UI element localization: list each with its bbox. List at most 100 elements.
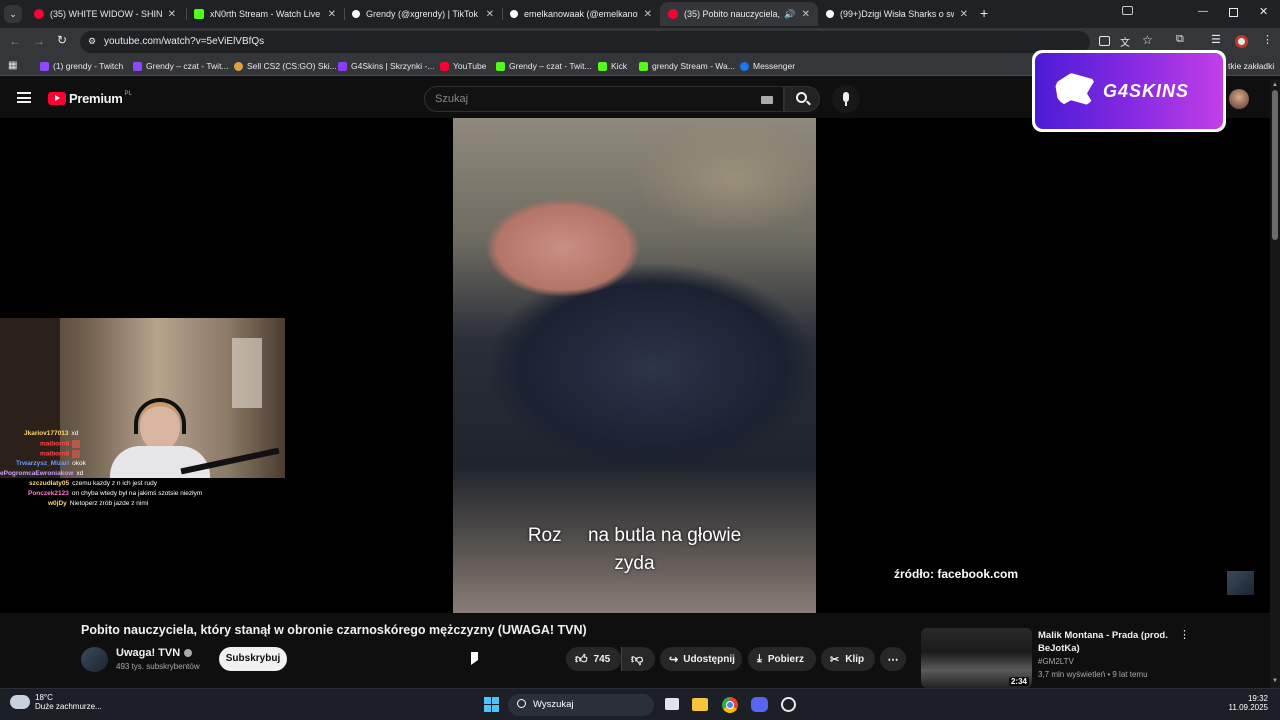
thumbs-down-icon: 👎︎ — [631, 651, 644, 666]
download-icon: ⤓ — [757, 652, 762, 665]
bookmark-item[interactable]: Messenger — [740, 59, 795, 73]
messenger-icon — [740, 61, 749, 71]
channel-avatar[interactable] — [81, 647, 108, 672]
search-input[interactable]: Szukaj — [424, 86, 784, 112]
browser-tab[interactable]: emelkanowaak (@emelkanowa ✕ — [502, 2, 660, 26]
windows-start-icon[interactable] — [484, 697, 499, 712]
all-bookmarks[interactable]: tkie zakładki — [1228, 59, 1274, 73]
watch-metadata: Pobito nauczyciela, który stanął w obron… — [0, 613, 1270, 688]
apps-grid-icon[interactable]: ▦ — [8, 60, 17, 71]
channel-name[interactable]: Uwaga! TVN — [116, 647, 193, 659]
close-tab-icon[interactable]: ✕ — [328, 9, 336, 20]
tab-title: Grendy (@xgrendy) | TikTok — [366, 9, 479, 19]
like-button[interactable]: 👍︎ 745 — [566, 647, 621, 671]
discord-taskbar-icon[interactable] — [751, 697, 768, 712]
account-avatar[interactable] — [1229, 89, 1249, 109]
video-title: Pobito nauczyciela, który stanął w obron… — [81, 623, 587, 637]
close-window-button[interactable]: ✕ — [1259, 5, 1268, 18]
weather-widget[interactable]: 18°C Duże zachmurze... — [10, 693, 102, 711]
more-actions-button[interactable]: ⋯ — [880, 647, 906, 671]
scroll-down-arrow-icon[interactable]: ▼ — [1272, 678, 1278, 684]
bookmark-item[interactable]: Grendy – czat - Twit... — [496, 59, 592, 73]
video-frame[interactable]: Roz na butla na głowie zyda — [453, 118, 816, 613]
chrome-menu-icon[interactable]: ⋮ — [1262, 33, 1273, 46]
tiktok-favicon-icon — [510, 10, 518, 18]
translate-icon[interactable]: 文 — [1120, 34, 1130, 49]
emote-icon — [72, 440, 81, 448]
suggested-video[interactable]: 2:34 Malik Montana - Prada (prod. BeJotK… — [921, 628, 1266, 688]
channel-watermark[interactable] — [1227, 571, 1254, 595]
suggested-meta: 3,7 mln wyświetleń • 9 lat temu — [1038, 670, 1148, 679]
twitch-icon — [40, 61, 49, 71]
bookmark-item[interactable]: Sell CS2 (CS:GO) Ski... — [234, 59, 337, 73]
browser-tab[interactable]: Grendy (@xgrendy) | TikTok ✕ — [344, 2, 502, 26]
browser-tab[interactable]: (35) WHITE WIDOW - SHINJUKU ✕ — [26, 2, 184, 26]
taskbar-search-label: Wyszukaj — [533, 699, 574, 710]
close-tab-icon[interactable]: ✕ — [168, 9, 176, 20]
more-horizontal-icon: ⋯ — [887, 653, 899, 666]
chat-message: Trwarzysz_Mizari okok — [16, 460, 86, 467]
keyboard-icon[interactable] — [761, 96, 773, 104]
close-tab-icon[interactable]: ✕ — [960, 9, 968, 20]
browser-tab[interactable]: (99+)Dzigi Wisła Sharks o swoj ✕ — [818, 2, 976, 26]
video-player[interactable]: Roz na butla na głowie zyda Jkariov17701… — [0, 118, 1270, 613]
minimize-button[interactable]: — — [1198, 6, 1208, 17]
twitch-icon — [133, 61, 142, 71]
share-button[interactable]: ↪ Udostępnij — [660, 647, 742, 671]
bookmark-star-icon[interactable]: ☆ — [1142, 33, 1153, 47]
bookmark-item[interactable]: YouTube — [440, 59, 486, 73]
scroll-up-arrow-icon[interactable]: ▲ — [1272, 82, 1278, 88]
bookmark-item[interactable]: grendy Stream - Wa... — [639, 59, 735, 73]
extensions-icon[interactable]: ⧉ — [1176, 33, 1184, 46]
bookmark-item[interactable]: (1) grendy - Twitch — [40, 59, 123, 73]
tab-title: (35) Pobito nauczyciela, któ — [684, 9, 781, 19]
download-button[interactable]: ⤓ Pobierz — [748, 647, 816, 671]
site-info-icon[interactable]: ⚙ — [88, 36, 96, 47]
bookmark-item[interactable]: Kick — [598, 59, 627, 73]
browser-tab[interactable]: xN0rth Stream - Watch Live on ✕ — [186, 2, 344, 26]
tab-search-button[interactable]: ⌄ — [4, 5, 22, 23]
back-icon[interactable]: ← — [9, 34, 21, 48]
clip-button[interactable]: ✂ Klip — [821, 647, 875, 671]
maximize-button[interactable] — [1229, 8, 1238, 17]
microphone-icon — [843, 92, 849, 102]
close-tab-icon[interactable]: ✕ — [644, 9, 652, 20]
close-tab-icon[interactable]: ✕ — [486, 9, 494, 20]
search-button[interactable] — [784, 86, 820, 112]
reload-icon[interactable]: ↻ — [57, 33, 67, 47]
page-scrollbar[interactable]: ▲ ▼ — [1270, 80, 1280, 688]
task-view-icon[interactable] — [665, 698, 679, 710]
voice-search-button[interactable] — [832, 85, 860, 113]
chat-message: ePogromcaEwroniakow xd — [0, 470, 84, 477]
suggested-thumbnail[interactable]: 2:34 — [921, 628, 1032, 688]
cast-icon[interactable] — [1122, 6, 1133, 15]
youtube-logo[interactable]: Premium PL — [48, 91, 132, 106]
clock-time: 19:32 — [1247, 694, 1268, 703]
scrollbar-thumb[interactable] — [1272, 90, 1278, 240]
tiktok-favicon-icon — [826, 10, 834, 18]
dislike-button[interactable]: 👎︎ — [621, 647, 655, 671]
app-taskbar-icon[interactable] — [781, 697, 796, 712]
close-tab-icon[interactable]: ✕ — [802, 9, 810, 20]
logo-region: PL — [124, 90, 132, 97]
reading-list-icon[interactable]: ☰ — [1211, 33, 1221, 46]
bookmark-item[interactable]: G4Skins | Skrzynki -... — [338, 59, 434, 73]
browser-tab-active[interactable]: (35) Pobito nauczyciela, któ 🔊 ✕ — [660, 2, 818, 26]
install-app-icon[interactable] — [1099, 36, 1110, 46]
bookmark-item[interactable]: Grendy – czat - Twit... — [133, 59, 229, 73]
chrome-taskbar-icon[interactable] — [722, 697, 738, 713]
forward-icon[interactable]: → — [33, 34, 45, 48]
new-tab-button[interactable]: + — [980, 5, 988, 21]
taskbar-search[interactable]: Wyszukaj — [508, 694, 654, 716]
file-explorer-icon[interactable] — [692, 698, 708, 711]
headphones-icon — [134, 398, 186, 434]
subscribe-button[interactable]: Subskrybuj — [219, 647, 287, 671]
hamburger-menu-icon[interactable] — [17, 92, 31, 103]
speaker-icon[interactable]: 🔊 — [784, 9, 795, 20]
profile-avatar[interactable] — [1235, 35, 1248, 48]
chat-message: w0jDy Nietoperz zrób jazde z nimi — [48, 500, 149, 507]
taskbar-clock[interactable]: 19:32 11.09.2025 — [1222, 694, 1268, 712]
address-bar[interactable]: ⚙ youtube.com/watch?v=5eViElVBfQs — [80, 31, 1090, 53]
suggested-menu-icon[interactable]: ⋮ — [1179, 628, 1190, 641]
suggested-channel[interactable]: #GM2LTV — [1038, 657, 1074, 666]
